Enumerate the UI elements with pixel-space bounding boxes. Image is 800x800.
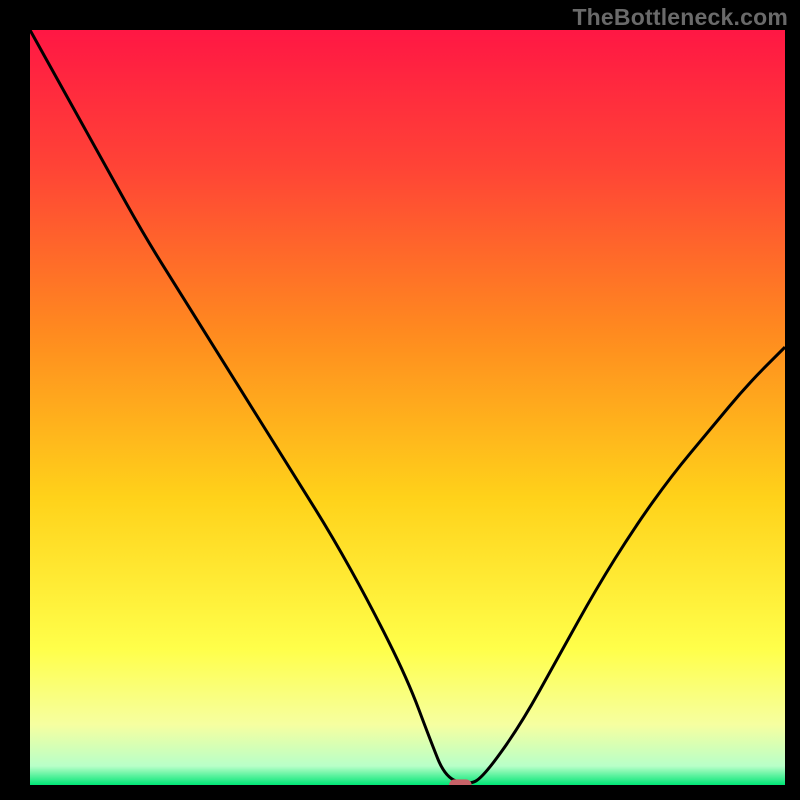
optimal-point-marker: [449, 779, 472, 785]
chart-container: TheBottleneck.com: [0, 0, 800, 800]
watermark-text: TheBottleneck.com: [572, 4, 788, 31]
bottleneck-chart: [30, 30, 785, 785]
gradient-background: [30, 30, 785, 785]
